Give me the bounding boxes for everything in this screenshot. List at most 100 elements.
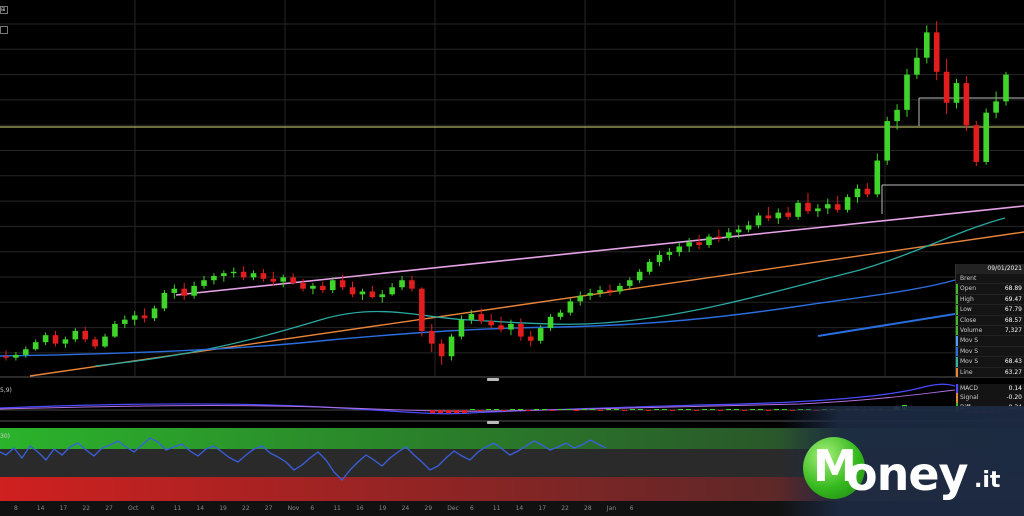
series-color-swatch [956, 305, 958, 315]
candle-body [122, 319, 128, 324]
candle-body [250, 273, 257, 278]
info-label: Low [960, 306, 972, 314]
macd-histogram-bar [694, 410, 699, 411]
candle-body [914, 57, 920, 75]
series-color-swatch [956, 393, 958, 403]
candle-body [359, 291, 366, 295]
candle-body [745, 225, 752, 230]
candle-body [557, 312, 564, 317]
candle-body [706, 236, 712, 246]
x-axis-tick-label: 27 [264, 505, 273, 512]
macd-histogram-bar [654, 409, 659, 410]
candle-body [161, 292, 168, 309]
macd-label: 5,9) [0, 387, 12, 394]
macd-histogram-bar [430, 410, 435, 413]
candle-body [13, 354, 19, 358]
candle-body [468, 314, 475, 320]
candle-body [815, 208, 821, 212]
candle-body [310, 285, 316, 289]
x-axis-tick-label: 11 [492, 505, 501, 512]
info-row: Low 67.79 [956, 304, 1024, 315]
candle-body [131, 315, 138, 320]
x-axis-tick-label: 24 [401, 505, 410, 512]
series-color-swatch [956, 315, 958, 325]
panel-resize-handle[interactable] [487, 378, 499, 381]
candle-body [953, 83, 960, 103]
series-color-swatch [956, 336, 958, 346]
candle-body [478, 314, 485, 322]
candle-body [211, 276, 217, 281]
candle-body [716, 236, 722, 238]
macd-histogram-bar [462, 410, 467, 413]
candle-body [923, 32, 930, 58]
candle-body [943, 71, 950, 103]
info-date: 09/01/2021 [956, 264, 1024, 273]
macd-histogram-bar [766, 410, 771, 411]
candle-body [230, 271, 237, 274]
panel-resize-handle[interactable] [487, 421, 499, 424]
candle-body [547, 316, 554, 329]
candle-body [82, 330, 89, 340]
series-color-swatch [956, 367, 958, 377]
macd-histogram-bar [630, 409, 635, 410]
candle-body [240, 271, 247, 278]
macd-histogram-bar [478, 410, 483, 411]
info-label: High [960, 295, 974, 303]
info-row: Mov S [956, 335, 1024, 346]
candle-body [963, 83, 970, 126]
macd-histogram-bar [742, 410, 747, 411]
candle-body [320, 285, 326, 291]
candle-body [537, 328, 544, 341]
candle-body [32, 342, 39, 350]
x-axis-tick-label: Nov [287, 505, 300, 512]
candle-body [201, 280, 207, 286]
series-color-swatch [956, 325, 958, 336]
x-axis-tick-label: 22 [242, 505, 250, 512]
x-axis-tick-label: 19 [378, 505, 387, 512]
series-color-swatch [956, 284, 958, 294]
candle-body [636, 271, 643, 281]
info-row: Volume 7,327 [956, 324, 1024, 336]
candle-body [389, 287, 395, 295]
x-axis-tick-label: 6 [310, 505, 315, 512]
candle-body [62, 339, 69, 344]
macd-info-label: Signal [960, 394, 979, 402]
candle-body [894, 109, 900, 122]
candle-body [458, 319, 465, 337]
candle-body [329, 280, 336, 291]
x-axis-tick-label: 6 [150, 505, 155, 512]
macd-histogram-bar [734, 409, 739, 410]
candle-body [518, 323, 524, 337]
macd-info-row: MACD 0.14 [956, 384, 1024, 394]
macd-histogram-bar [502, 410, 507, 411]
candle-body [735, 229, 742, 233]
x-axis-tick-label: 17 [538, 505, 547, 512]
macd-info-value: -0.20 [1006, 394, 1022, 402]
chart-tool-icon[interactable] [0, 26, 8, 34]
candle-body [52, 335, 59, 344]
x-axis-tick-label: 17 [59, 505, 68, 512]
series-color-swatch [956, 384, 958, 394]
x-axis-tick-label: 6 [470, 505, 474, 512]
macd-histogram-bar [582, 409, 587, 410]
candle-body [785, 212, 791, 217]
macd-histogram-bar [750, 409, 755, 410]
chart-settings-icon[interactable]: ⊞ [0, 6, 8, 14]
macd-histogram-bar [614, 409, 619, 410]
x-axis-tick-label: 28 [584, 505, 592, 512]
macd-info-label: MACD [960, 385, 978, 392]
info-label: Volume [960, 326, 983, 334]
candle-body [874, 160, 881, 195]
candle-body [171, 288, 178, 293]
macd-histogram-bar [598, 410, 603, 411]
candle-body [3, 356, 9, 358]
candle-body [676, 246, 683, 253]
candle-body [834, 204, 841, 210]
candle-body [617, 285, 623, 292]
candle-body [438, 343, 445, 357]
x-axis-tick-label: 19 [219, 505, 227, 512]
x-axis-tick-label: 14 [36, 505, 45, 512]
candle-body [725, 232, 732, 238]
macd-histogram-bar [526, 410, 531, 411]
macd-histogram-bar [686, 409, 691, 410]
